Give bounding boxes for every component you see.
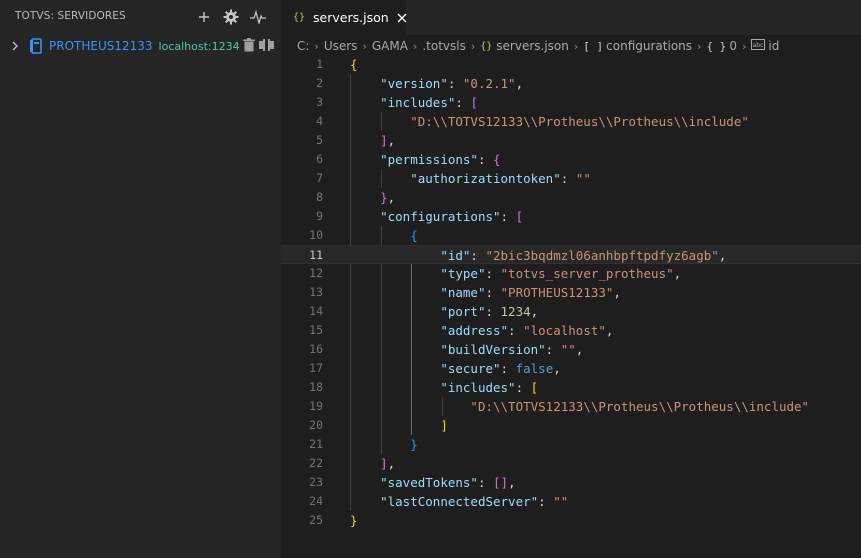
code-line: 17 "secure": false, [309,361,561,376]
tab-label: servers.json [313,10,389,25]
code-line: 19 "D:\\TOTVS12133\\Protheus\\Protheus\\… [309,399,810,414]
json-file-icon: {} [293,12,306,23]
chevron-right-icon: › [412,39,418,53]
chevron-right-icon: › [470,39,476,53]
editor-area: {} servers.json C: › Users › GAMA › .tot… [281,0,861,558]
chevron-right-icon[interactable] [8,41,22,51]
code-line: 10 { [309,228,418,243]
server-icon [28,38,44,54]
chevron-right-icon: › [573,39,579,53]
close-icon [397,13,407,22]
code-line: 24 "lastConnectedServer": "" [309,494,569,509]
chevron-right-icon: › [697,39,702,53]
tab-servers-json[interactable]: {} servers.json [281,0,407,35]
code-line: 22 ], [309,456,396,471]
chevron-right-icon: › [741,39,747,53]
breadcrumb: C: › Users › GAMA › .totvsls › {} server… [297,36,779,56]
code-line: 16 "buildVersion": "", [309,342,584,357]
server-row-actions [242,37,275,56]
code-line: 21 } [309,437,418,452]
add-server-button[interactable] [195,8,213,26]
breadcrumb-file[interactable]: servers.json [496,39,569,53]
breadcrumb-index[interactable]: 0 [729,39,737,53]
breadcrumb-configurations[interactable]: configurations [606,39,692,53]
code-line: 3 "includes": [ [316,95,478,110]
code-line: 18 "includes": [ [309,380,539,395]
code-line: 4 "D:\\TOTVS12133\\Protheus\\Protheus\\i… [316,114,749,129]
settings-button[interactable] [222,8,240,26]
delete-server-button[interactable] [242,37,255,56]
server-name: PROTHEUS12133 [49,39,153,53]
code-line: 5 ], [316,133,396,148]
monitor-button[interactable] [249,8,267,26]
code-line: 14 "port": 1234, [309,304,539,319]
trash-icon [242,37,255,51]
breadcrumb-id[interactable]: id [768,39,779,53]
code-line: 6 "permissions": { [316,152,501,167]
code-editor[interactable]: 1{ 2 "version": "0.2.1", 3 "includes": [… [281,55,861,530]
tab-close-button[interactable] [397,11,407,25]
code-line: 13 "name": "PROTHEUS12133", [309,285,621,300]
code-line: 15 "address": "localhost", [309,323,614,338]
gear-icon [223,9,239,25]
string-field-icon: abc [751,39,766,53]
plug-icon [258,38,274,51]
code-line: 1{ [316,57,358,72]
code-line: 9 "configurations": [ [316,209,524,224]
tab-bar: {} servers.json [281,0,861,35]
servers-sidebar: TOTVS: SERVIDORES PROTHEUS12133 localhos… [0,0,281,558]
code-line: 25} [309,513,358,528]
server-address: localhost:1234 [158,39,240,53]
code-line: 8 }, [316,190,396,205]
array-icon: [ ] [583,39,604,53]
code-line: 12 "type": "totvs_server_protheus", [309,266,682,281]
breadcrumb-drive[interactable]: C: [297,39,309,53]
breadcrumb-totvsls[interactable]: .totvsls [422,39,466,53]
code-line: 7 "authorizationtoken": "" [316,171,591,186]
breadcrumb-gama[interactable]: GAMA [372,39,408,53]
chevron-right-icon: › [362,39,367,53]
connect-server-button[interactable] [258,37,275,56]
code-line: 23 "savedTokens": [], [309,475,516,490]
code-line: 20 ] [309,418,448,433]
add-icon [199,12,209,22]
server-tree-item[interactable]: PROTHEUS12133 localhost:1234 [0,35,281,57]
svg-text:abc: abc [753,42,764,49]
sidebar-header: TOTVS: SERVIDORES [0,0,281,34]
json-file-icon: {} [480,40,493,52]
chevron-right-icon: › [314,39,319,53]
breadcrumb-users[interactable]: Users [324,39,358,53]
pulse-icon [250,10,266,24]
code-line-current: 11 "id": "2bic3bqdmzl06anhbpftpdfyz6agb"… [281,245,861,264]
object-icon: { } [706,39,727,53]
code-line: 2 "version": "0.2.1", [316,76,524,91]
sidebar-actions [195,7,267,27]
sidebar-title: TOTVS: SERVIDORES [15,10,126,22]
